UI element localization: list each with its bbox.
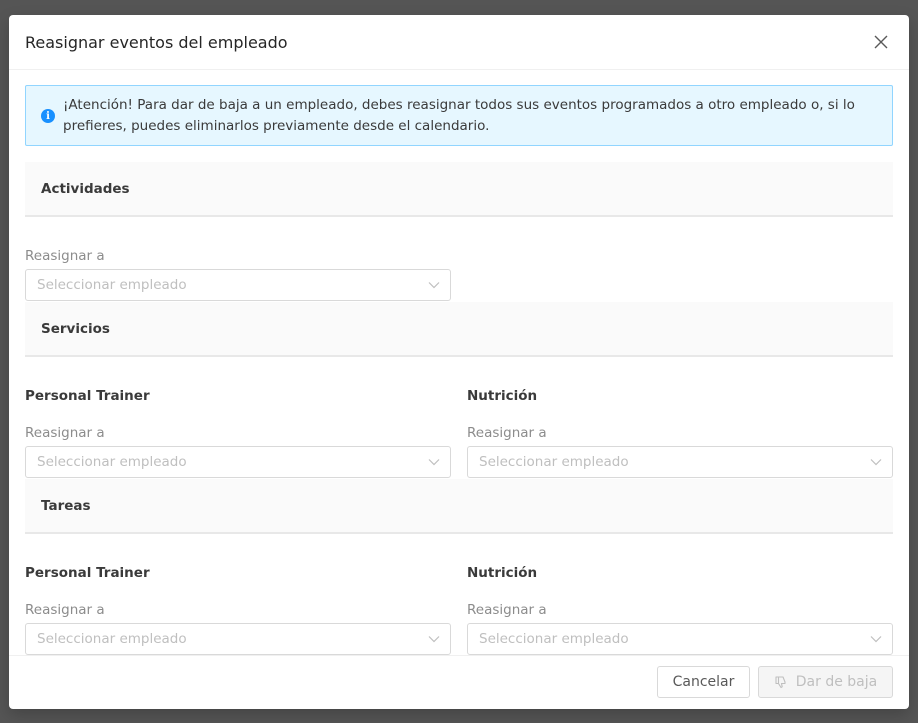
select-placeholder: Seleccionar empleado [37, 631, 187, 647]
section-tasks-title: Tareas [41, 497, 91, 514]
reassign-events-modal: Reasignar eventos del empleado i ¡Atenci… [9, 15, 909, 709]
dismiss-employee-button-label: Dar de baja [795, 674, 878, 690]
chevron-down-icon [870, 459, 882, 466]
services-right-name: Nutrición [467, 388, 538, 404]
modal-header: Reasignar eventos del empleado [9, 15, 909, 70]
tasks-right-name: Nutrición [467, 565, 538, 581]
alert-text: ¡Atención! Para dar de baja a un emplead… [63, 97, 855, 134]
tasks-right-reassign-label: Reasignar a [467, 602, 547, 618]
modal-footer: Cancelar Dar de baja [9, 655, 909, 709]
close-icon [874, 35, 888, 49]
tasks-left-name: Personal Trainer [25, 565, 150, 581]
services-left-name: Personal Trainer [25, 388, 150, 404]
section-tasks-header: Tareas [25, 479, 893, 534]
info-icon: i [41, 109, 55, 123]
section-activities-title: Actividades [41, 180, 130, 197]
services-right-reassign-label: Reasignar a [467, 425, 547, 441]
thumbs-down-icon [775, 676, 786, 689]
tasks-right-employee-select[interactable]: Seleccionar empleado [467, 623, 893, 655]
cancel-button[interactable]: Cancelar [657, 666, 750, 698]
tasks-left-reassign-label: Reasignar a [25, 602, 105, 618]
chevron-down-icon [428, 282, 440, 289]
attention-alert: i ¡Atención! Para dar de baja a un emple… [25, 85, 893, 146]
select-placeholder: Seleccionar empleado [479, 454, 629, 470]
services-left-employee-select[interactable]: Seleccionar empleado [25, 446, 451, 478]
activities-reassign-label: Reasignar a [25, 248, 105, 264]
chevron-down-icon [428, 459, 440, 466]
modal-title: Reasignar eventos del empleado [25, 32, 288, 52]
activities-employee-select[interactable]: Seleccionar empleado [25, 269, 451, 301]
services-left-reassign-label: Reasignar a [25, 425, 105, 441]
select-placeholder: Seleccionar empleado [479, 631, 629, 647]
section-services-header: Servicios [25, 302, 893, 357]
chevron-down-icon [870, 636, 882, 643]
chevron-down-icon [428, 636, 440, 643]
section-services-title: Servicios [41, 320, 110, 337]
modal-body: i ¡Atención! Para dar de baja a un emple… [25, 85, 893, 655]
cancel-button-label: Cancelar [672, 674, 735, 690]
section-activities-header: Actividades [25, 162, 893, 217]
dismiss-employee-button[interactable]: Dar de baja [758, 666, 893, 698]
close-button[interactable] [871, 32, 891, 52]
select-placeholder: Seleccionar empleado [37, 277, 187, 293]
select-placeholder: Seleccionar empleado [37, 454, 187, 470]
tasks-left-employee-select[interactable]: Seleccionar empleado [25, 623, 451, 655]
services-right-employee-select[interactable]: Seleccionar empleado [467, 446, 893, 478]
